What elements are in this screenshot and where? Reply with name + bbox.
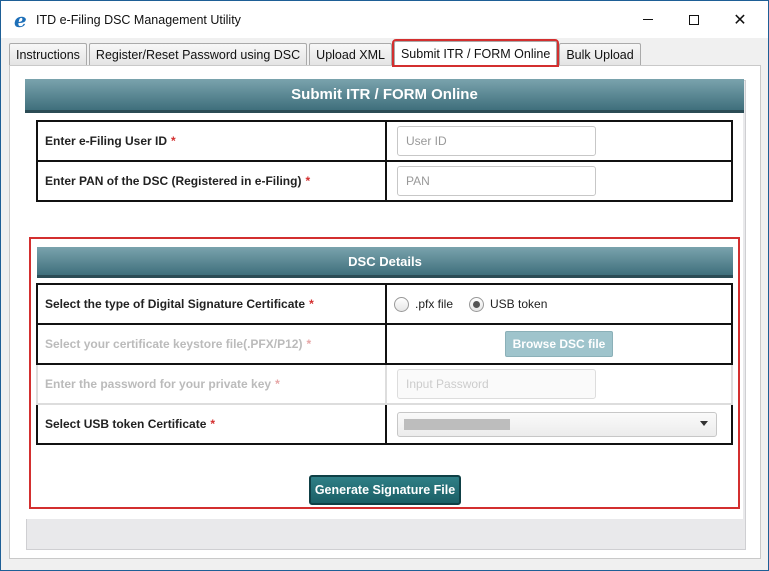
usb-cert-label-cell: Select USB token Certificate * xyxy=(36,403,387,445)
password-label: Enter the password for your private key xyxy=(45,377,272,391)
user-id-label: Enter e-Filing User ID xyxy=(45,134,168,148)
minimize-icon xyxy=(643,19,653,20)
table-row: Select USB token Certificate * xyxy=(36,403,733,445)
dsc-type-options-cell: .pfx file USB token xyxy=(385,283,733,325)
chevron-down-icon xyxy=(700,420,708,426)
tab-upload-xml[interactable]: Upload XML xyxy=(309,43,392,65)
dsc-type-label: Select the type of Digital Signature Cer… xyxy=(45,297,306,311)
maximize-button[interactable] xyxy=(671,1,717,38)
required-mark: * xyxy=(171,134,176,148)
dsc-details-header: DSC Details xyxy=(37,247,733,278)
pan-input-cell: PAN xyxy=(385,160,733,202)
password-input-cell: Input Password xyxy=(385,363,733,405)
usb-cert-select-cell xyxy=(385,403,733,445)
usb-token-radio[interactable] xyxy=(469,296,485,312)
pan-label-cell: Enter PAN of the DSC (Registered in e-Fi… xyxy=(36,160,387,202)
keystore-label-cell: Select your certificate keystore file(.P… xyxy=(36,323,387,365)
credentials-table: Enter e-Filing User ID * User ID Enter PA… xyxy=(36,120,733,202)
dsc-type-label-cell: Select the type of Digital Signature Cer… xyxy=(36,283,387,325)
maximize-icon xyxy=(689,14,699,25)
required-mark: * xyxy=(309,297,314,311)
tab-instructions[interactable]: Instructions xyxy=(9,43,87,65)
browse-cell: Browse DSC file xyxy=(385,323,733,365)
pfx-radio-label[interactable]: .pfx file xyxy=(415,297,453,311)
table-row: Enter e-Filing User ID * User ID xyxy=(36,120,733,162)
dsc-type-radio-group: .pfx file USB token xyxy=(394,296,724,312)
user-id-label-cell: Enter e-Filing User ID * xyxy=(36,120,387,162)
usb-cert-select[interactable] xyxy=(397,411,717,437)
close-button[interactable]: ✕ xyxy=(717,1,763,38)
usb-cert-selected-value xyxy=(404,418,510,430)
window-title: ITD e-Filing DSC Management Utility xyxy=(36,12,241,27)
browse-dsc-file-button[interactable]: Browse DSC file xyxy=(505,331,613,357)
close-icon: ✕ xyxy=(733,10,747,29)
pfx-radio[interactable] xyxy=(394,296,409,312)
dsc-table: Select the type of Digital Signature Cer… xyxy=(36,283,733,445)
title-bar: e ITD e-Filing DSC Management Utility ✕ xyxy=(1,1,768,38)
tab-bulk-upload[interactable]: Bulk Upload xyxy=(559,43,641,65)
table-row: Select the type of Digital Signature Cer… xyxy=(36,283,733,325)
pan-input[interactable]: PAN xyxy=(397,166,596,196)
tab-strip: Instructions Register/Reset Password usi… xyxy=(9,39,643,67)
required-mark: * xyxy=(275,377,280,391)
password-label-cell: Enter the password for your private key * xyxy=(36,363,387,405)
usb-cert-label: Select USB token Certificate xyxy=(45,417,207,431)
app-logo-icon: e xyxy=(14,7,27,32)
required-mark: * xyxy=(305,174,311,188)
table-row: Select your certificate keystore file(.P… xyxy=(36,323,733,365)
table-row: Enter the password for your private key *… xyxy=(36,363,733,405)
tab-submit-itr[interactable]: Submit ITR / FORM Online xyxy=(391,39,560,67)
required-mark: * xyxy=(210,417,216,431)
generate-signature-button[interactable]: Generate Signature File xyxy=(309,475,461,505)
minimize-button[interactable] xyxy=(625,1,671,38)
tab-register-reset-password[interactable]: Register/Reset Password using DSC xyxy=(88,43,308,65)
password-input[interactable]: Input Password xyxy=(397,369,596,399)
pan-label: Enter PAN of the DSC (Registered in e-Fi… xyxy=(45,174,302,188)
table-row: Enter PAN of the DSC (Registered in e-Fi… xyxy=(36,160,733,202)
keystore-label: Select your certificate keystore file(.P… xyxy=(45,337,303,351)
form-header: Submit ITR / FORM Online xyxy=(25,79,744,113)
user-id-input-cell: User ID xyxy=(385,120,733,162)
required-mark: * xyxy=(306,337,312,351)
user-id-input[interactable]: User ID xyxy=(397,126,596,156)
usb-token-radio-label[interactable]: USB token xyxy=(490,297,547,311)
